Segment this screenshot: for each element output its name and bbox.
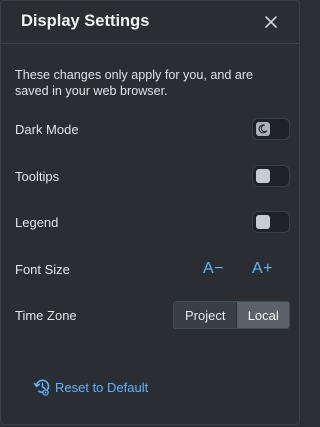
tooltips-label: Tooltips	[15, 169, 60, 184]
tooltips-toggle[interactable]	[252, 165, 290, 187]
font-size-label: Font Size	[15, 262, 70, 277]
time-zone-label: Time Zone	[15, 308, 77, 323]
toggle-knob	[256, 122, 270, 136]
legend-toggle[interactable]	[252, 211, 290, 233]
dark-mode-label: Dark Mode	[15, 122, 79, 137]
reset-label: Reset to Default	[55, 379, 149, 395]
dark-mode-toggle[interactable]	[252, 118, 290, 140]
display-settings-panel: Display Settings These changes only appl…	[0, 0, 300, 425]
moon-icon	[258, 124, 268, 134]
toggle-knob	[256, 169, 270, 183]
toggle-knob	[256, 215, 270, 229]
reset-to-default-button[interactable]: Reset to Default	[33, 377, 148, 397]
time-zone-option-local[interactable]: Local	[236, 302, 289, 328]
time-zone-selector: Project Local	[173, 301, 290, 329]
increase-font-button[interactable]: A+	[252, 260, 273, 278]
legend-label: Legend	[15, 215, 59, 230]
panel-title: Display Settings	[21, 12, 150, 30]
reset-settings-icon	[33, 379, 50, 396]
time-zone-option-project[interactable]: Project	[174, 302, 237, 328]
panel-header: Display Settings	[1, 1, 299, 44]
intro-text: These changes only apply for you, and ar…	[15, 68, 254, 98]
decrease-font-button[interactable]: A−	[203, 260, 224, 278]
close-icon[interactable]	[261, 12, 281, 32]
